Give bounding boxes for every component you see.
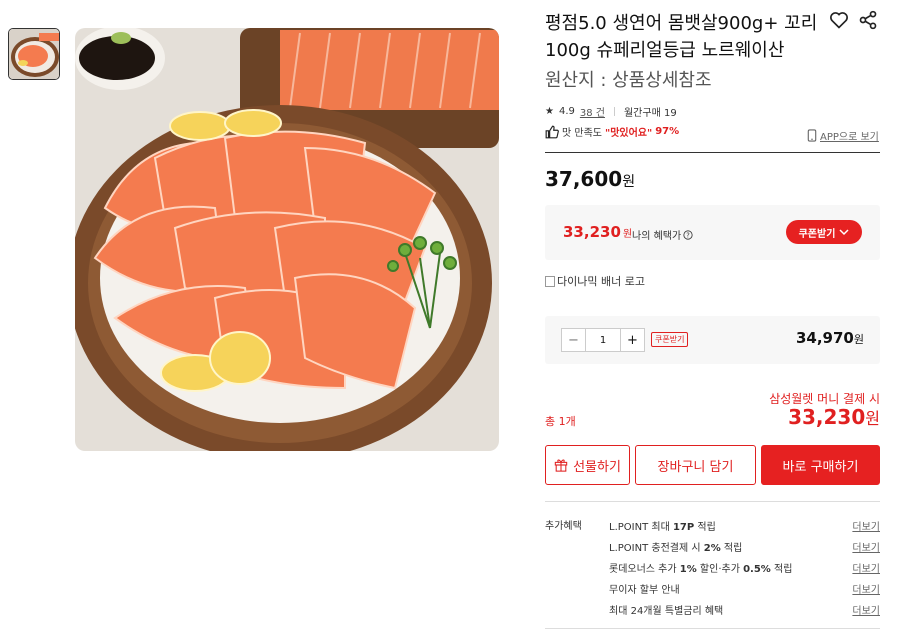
- benefit-highlight: 17P: [672, 522, 695, 533]
- benefit-text: L.POINT 최대 17P 적립: [609, 518, 716, 533]
- benefit-text-part: 적립: [720, 543, 743, 554]
- quantity-box: − 1 + 쿠폰받기 34,970원: [545, 316, 880, 364]
- satisfaction-quote: "맛있어요": [604, 128, 653, 139]
- share-icon[interactable]: [858, 10, 878, 30]
- increase-button[interactable]: +: [620, 329, 644, 351]
- benefit-text: 최대 24개월 특별금리 혜택: [609, 606, 724, 617]
- line-unit: 원: [853, 333, 864, 346]
- benefit-amount: 33,230: [563, 223, 621, 241]
- gift-button[interactable]: 선물하기: [545, 445, 630, 485]
- divider: [613, 107, 615, 116]
- benefit-price-box: 33,230 원 나의 혜택가 ? 쿠폰받기: [545, 205, 880, 260]
- review-count-link[interactable]: 38 건: [580, 104, 605, 119]
- coupon-download-button[interactable]: 쿠폰받기: [786, 220, 862, 244]
- benefit-highlight: 0.5%: [743, 564, 771, 575]
- price-amount: 37,600: [545, 167, 623, 191]
- quantity-value[interactable]: 1: [586, 329, 620, 351]
- chevron-down-icon: [839, 229, 849, 236]
- benefit-text-part: L.POINT 충전결제 시: [609, 543, 704, 554]
- banner-alt-text: 다이나믹 배너 로고: [557, 275, 645, 288]
- more-link[interactable]: 더보기: [852, 602, 880, 617]
- divider: [545, 628, 880, 629]
- benefit-text-part: 적립: [694, 522, 716, 533]
- monthly-purchases: 월간구매 19: [623, 108, 677, 119]
- add-to-cart-button[interactable]: 장바구니 담기: [635, 445, 756, 485]
- line-amount: 34,970: [795, 329, 854, 347]
- product-thumbnail[interactable]: [8, 28, 60, 80]
- benefit-highlight: 1%: [679, 564, 697, 575]
- benefit-text: 롯데오너스 추가 1% 할인·추가 0.5% 적립: [609, 560, 792, 575]
- satisfaction-label: 맛 만족도: [562, 128, 602, 139]
- decrease-button[interactable]: −: [562, 329, 586, 351]
- original-price: 37,600원: [545, 167, 635, 191]
- star-icon: ★: [545, 106, 554, 117]
- list-item: L.POINT 충전결제 시 2% 적립 더보기: [609, 536, 880, 557]
- gift-icon: [554, 459, 568, 472]
- help-icon[interactable]: ?: [683, 229, 693, 240]
- list-item: 무이자 할부 안내 더보기: [609, 578, 880, 599]
- benefit-text: 무이자 할부 안내: [609, 585, 680, 596]
- thumbs-up-icon: [545, 125, 559, 138]
- quantity-stepper[interactable]: − 1 +: [561, 328, 645, 352]
- total-amount: 33,230: [788, 405, 866, 429]
- more-link[interactable]: 더보기: [852, 539, 880, 554]
- broken-image-icon: [545, 275, 555, 287]
- total-price: 33,230원: [788, 405, 880, 429]
- benefit-text-part: 적립: [770, 564, 793, 575]
- app-view-link[interactable]: APP으로 보기: [807, 128, 879, 143]
- price-unit: 원: [622, 174, 636, 190]
- benefit-text-part: L.POINT 최대: [609, 522, 673, 533]
- benefit-unit: 원: [622, 229, 633, 240]
- total-unit: 원: [865, 409, 880, 428]
- origin-info: 원산지 : 상품상세참조: [545, 70, 712, 91]
- more-link[interactable]: 더보기: [852, 518, 880, 533]
- rating-score: 4.9: [558, 106, 575, 117]
- more-link[interactable]: 더보기: [852, 560, 880, 575]
- line-total-price: 34,970원: [796, 329, 864, 347]
- benefit-text-part: 할인·추가: [696, 564, 744, 575]
- list-item: L.POINT 최대 17P 적립 더보기: [609, 515, 880, 536]
- product-title: 평점5.0 생연어 몸뱃살900g+ 꼬리 100g 슈페리얼등급 노르웨이산: [545, 13, 818, 61]
- total-count: 총 1개: [545, 415, 576, 428]
- benefit-price: 33,230 원: [563, 223, 632, 241]
- cart-button-label: 장바구니 담기: [657, 459, 734, 475]
- product-main-image: [75, 28, 499, 451]
- mobile-phone-icon: [807, 129, 817, 142]
- satisfaction-percent: 97%: [655, 126, 680, 137]
- list-item: 롯데오너스 추가 1% 할인·추가 0.5% 적립 더보기: [609, 557, 880, 578]
- app-view-label: APP으로 보기: [820, 132, 879, 143]
- satisfaction-row: 맛 만족도 "맛있어요" 97%: [545, 124, 679, 139]
- benefit-text: L.POINT 충전결제 시 2% 적립: [609, 539, 742, 554]
- rating-row: ★ 4.9 38 건 월간구매 19: [545, 104, 677, 119]
- coupon-tag[interactable]: 쿠폰받기: [651, 332, 689, 347]
- divider: [545, 152, 880, 153]
- buy-button-label: 바로 구매하기: [782, 459, 859, 475]
- divider: [545, 501, 880, 502]
- benefit-highlight: 2%: [703, 543, 721, 554]
- extra-benefits-list: L.POINT 최대 17P 적립 더보기 L.POINT 충전결제 시 2% …: [609, 515, 880, 620]
- svg-text:?: ?: [686, 231, 690, 239]
- benefit-text-part: 롯데오너스 추가: [609, 564, 680, 575]
- benefit-label[interactable]: 나의 혜택가 ?: [632, 227, 693, 242]
- more-link[interactable]: 더보기: [852, 581, 880, 596]
- benefit-label-text: 나의 혜택가: [632, 231, 682, 242]
- coupon-button-label: 쿠폰받기: [798, 228, 836, 240]
- gift-button-label: 선물하기: [573, 459, 621, 475]
- list-item: 최대 24개월 특별금리 혜택 더보기: [609, 599, 880, 620]
- extra-benefits-title: 추가혜택: [545, 521, 582, 532]
- heart-icon[interactable]: [829, 10, 849, 30]
- dynamic-banner-logo: 다이나믹 배너 로고: [545, 273, 645, 289]
- buy-now-button[interactable]: 바로 구매하기: [761, 445, 880, 485]
